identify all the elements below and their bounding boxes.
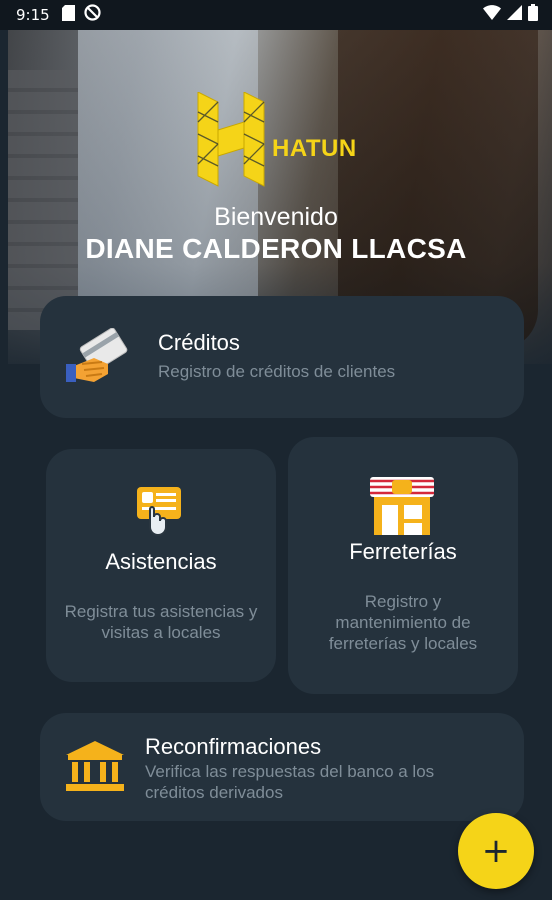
wifi-icon	[483, 5, 501, 25]
status-bar: 9:15	[0, 0, 552, 30]
creditos-title: Créditos	[158, 330, 240, 355]
bank-icon	[66, 741, 124, 791]
background-building	[8, 70, 78, 330]
credit-card-hand-icon	[66, 328, 128, 382]
status-time: 9:15	[16, 6, 50, 24]
greeting-text: Bienvenido	[214, 203, 338, 231]
do-not-disturb-icon	[84, 4, 101, 26]
sd-card-icon	[61, 4, 75, 26]
signal-icon	[507, 5, 522, 25]
asistencias-card[interactable]: Asistencias Registra tus asistencias y v…	[46, 449, 276, 682]
reconfirmaciones-subtitle: Verifica las respuestas del banco a los …	[145, 762, 435, 802]
reconfirmaciones-card[interactable]: Reconfirmaciones Verifica las respuestas…	[40, 713, 524, 821]
creditos-subtitle: Registro de créditos de clientes	[158, 362, 396, 381]
reconfirmaciones-title: Reconfirmaciones	[145, 734, 322, 759]
ferreterias-title: Ferreterías	[349, 539, 457, 564]
storefront-icon	[370, 477, 434, 535]
ferreterias-subtitle: Registro y mantenimiento de ferreterías …	[328, 592, 478, 653]
add-fab-button[interactable]: +	[458, 813, 534, 889]
ferreterias-card[interactable]: Ferreterías Registro y mantenimiento de …	[288, 437, 518, 694]
brand-name: HATUN	[272, 135, 357, 162]
asistencias-title: Asistencias	[105, 549, 217, 574]
plus-icon: +	[481, 831, 511, 871]
id-card-touch-icon	[137, 487, 181, 536]
user-name: DIANE CALDERON LLACSA	[85, 233, 467, 264]
asistencias-subtitle: Registra tus asistencias y visitas a loc…	[64, 602, 258, 642]
creditos-card[interactable]: Créditos Registro de créditos de cliente…	[40, 296, 524, 418]
battery-icon	[528, 4, 538, 26]
